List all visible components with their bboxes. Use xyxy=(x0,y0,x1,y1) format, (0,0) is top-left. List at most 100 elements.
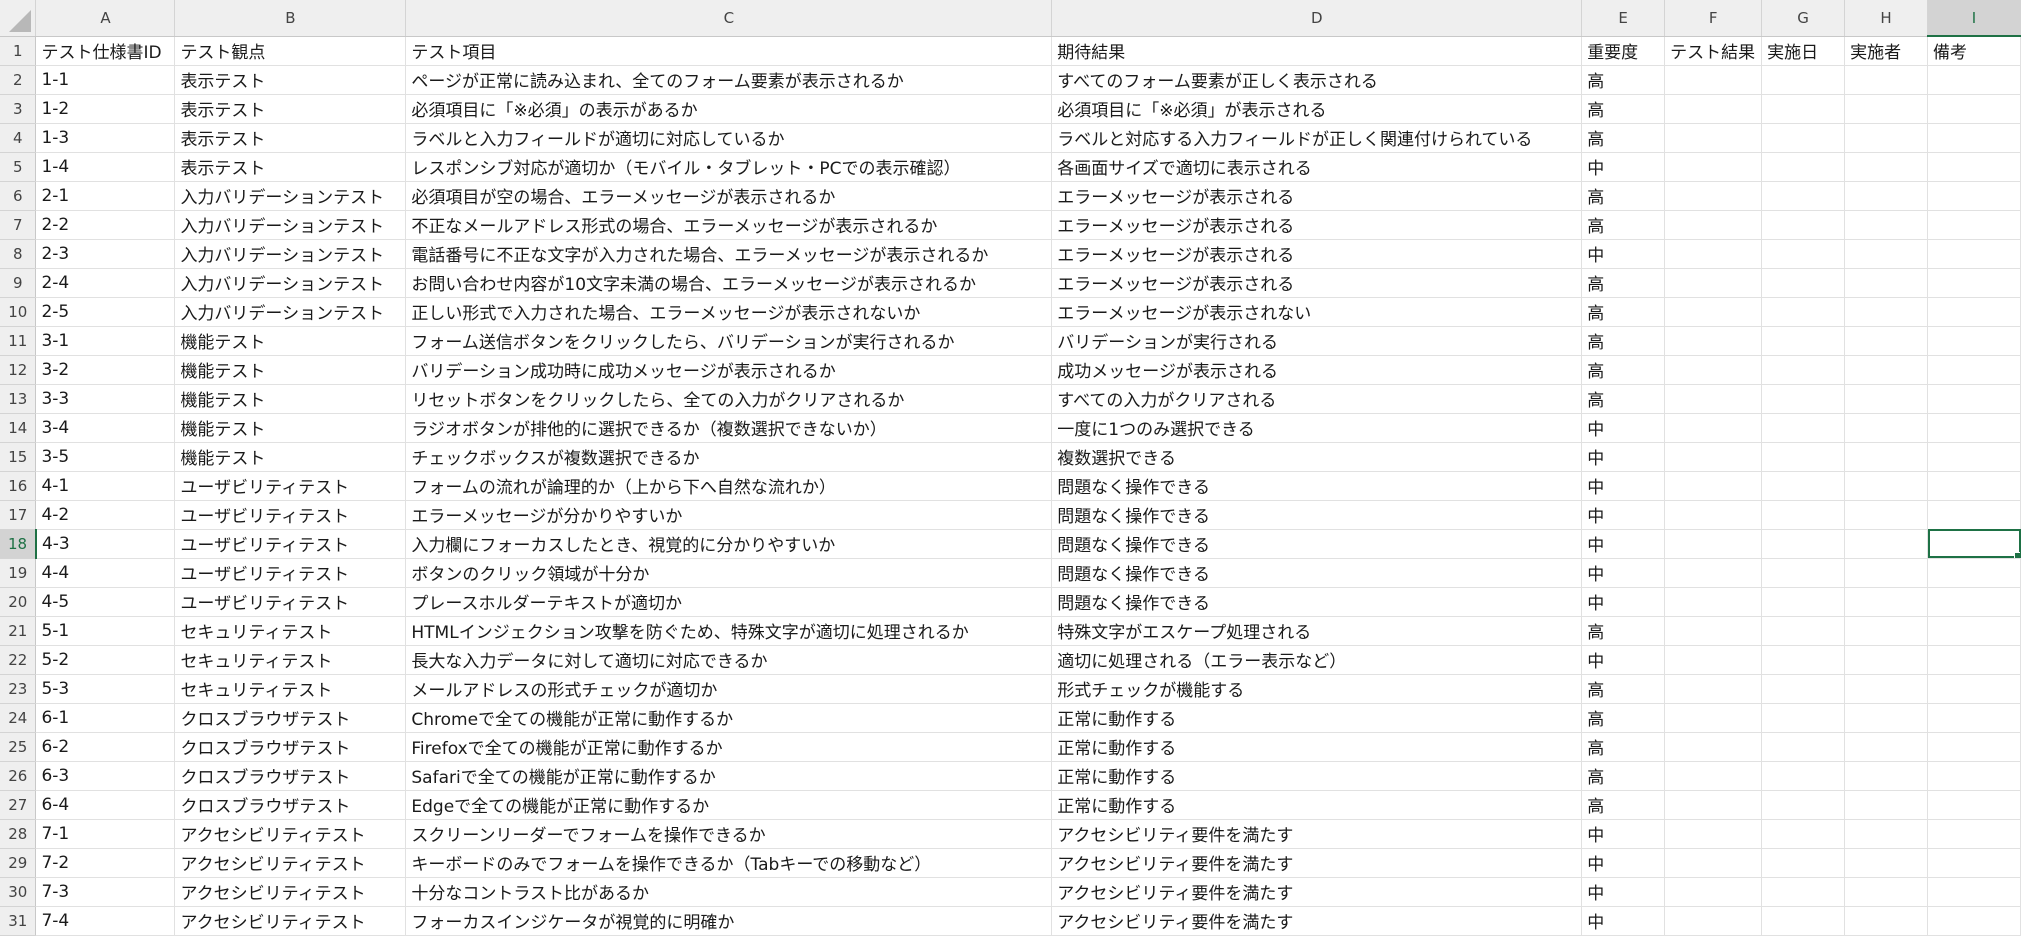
cell-d[interactable]: 必須項目に「※必須」が表示される xyxy=(1051,94,1583,124)
cell-b[interactable]: クロスブラウザテスト xyxy=(174,790,407,820)
cell-i[interactable] xyxy=(1927,326,2021,356)
cell-d[interactable]: エラーメッセージが表示されない xyxy=(1051,297,1583,327)
cell-h[interactable] xyxy=(1844,761,1929,791)
cell-d[interactable]: 正常に動作する xyxy=(1051,703,1583,733)
row-header[interactable]: 15 xyxy=(0,442,37,472)
cell-f[interactable] xyxy=(1664,413,1763,443)
fill-handle[interactable] xyxy=(2014,551,2020,557)
cell-g[interactable]: 実施日 xyxy=(1761,36,1846,66)
cell-a[interactable]: 2-3 xyxy=(35,239,176,269)
cell-a[interactable]: 6-2 xyxy=(35,732,176,762)
cell-f[interactable] xyxy=(1664,848,1763,878)
cell-h[interactable] xyxy=(1844,181,1929,211)
cell-b[interactable]: アクセシビリティテスト xyxy=(174,819,407,849)
cell-h[interactable] xyxy=(1844,384,1929,414)
cell-c[interactable]: フォーム送信ボタンをクリックしたら、バリデーションが実行されるか xyxy=(405,326,1053,356)
cell-d[interactable]: エラーメッセージが表示される xyxy=(1051,268,1583,298)
row-header[interactable]: 9 xyxy=(0,268,37,298)
cell-c[interactable]: お問い合わせ内容が10文字未満の場合、エラーメッセージが表示されるか xyxy=(405,268,1053,298)
cell-g[interactable] xyxy=(1761,703,1846,733)
cell-e[interactable]: 高 xyxy=(1581,790,1666,820)
cell-g[interactable] xyxy=(1761,848,1846,878)
cell-a[interactable]: 5-3 xyxy=(35,674,176,704)
cell-c[interactable]: ページが正常に読み込まれ、全てのフォーム要素が表示されるか xyxy=(405,65,1053,95)
cell-e[interactable]: 高 xyxy=(1581,326,1666,356)
cell-g[interactable] xyxy=(1761,529,1846,559)
cell-i[interactable] xyxy=(1927,94,2021,124)
cell-a[interactable]: 6-1 xyxy=(35,703,176,733)
cell-g[interactable] xyxy=(1761,616,1846,646)
cell-f[interactable] xyxy=(1664,355,1763,385)
cell-a[interactable]: 2-5 xyxy=(35,297,176,327)
cell-g[interactable] xyxy=(1761,355,1846,385)
cell-i[interactable] xyxy=(1927,123,2021,153)
cell-f[interactable] xyxy=(1664,65,1763,95)
cell-g[interactable] xyxy=(1761,587,1846,617)
row-header[interactable]: 20 xyxy=(0,587,37,617)
cell-f[interactable] xyxy=(1664,181,1763,211)
cell-c[interactable]: バリデーション成功時に成功メッセージが表示されるか xyxy=(405,355,1053,385)
cell-b[interactable]: アクセシビリティテスト xyxy=(174,906,407,936)
cell-g[interactable] xyxy=(1761,181,1846,211)
cell-f[interactable] xyxy=(1664,268,1763,298)
cell-g[interactable] xyxy=(1761,761,1846,791)
cell-h[interactable] xyxy=(1844,326,1929,356)
cell-h[interactable] xyxy=(1844,587,1929,617)
row-header[interactable]: 2 xyxy=(0,65,37,95)
column-header-a[interactable]: A xyxy=(35,0,176,37)
cell-e[interactable]: 高 xyxy=(1581,384,1666,414)
cell-e[interactable]: 高 xyxy=(1581,123,1666,153)
cell-i[interactable] xyxy=(1927,297,2021,327)
cell-h[interactable] xyxy=(1844,355,1929,385)
cell-e[interactable]: 中 xyxy=(1581,471,1666,501)
cell-b[interactable]: 入力バリデーションテスト xyxy=(174,210,407,240)
cell-b[interactable]: ユーザビリティテスト xyxy=(174,471,407,501)
cell-h[interactable] xyxy=(1844,616,1929,646)
cell-i[interactable] xyxy=(1927,732,2021,762)
cell-e[interactable]: 中 xyxy=(1581,587,1666,617)
cell-d[interactable]: 形式チェックが機能する xyxy=(1051,674,1583,704)
cell-d[interactable]: 成功メッセージが表示される xyxy=(1051,355,1583,385)
cell-i[interactable] xyxy=(1927,616,2021,646)
row-header[interactable]: 8 xyxy=(0,239,37,269)
row-header[interactable]: 26 xyxy=(0,761,37,791)
cell-e[interactable]: 中 xyxy=(1581,906,1666,936)
row-header[interactable]: 17 xyxy=(0,500,37,530)
cell-e[interactable]: 高 xyxy=(1581,210,1666,240)
cell-i[interactable] xyxy=(1927,152,2021,182)
cell-h[interactable] xyxy=(1844,239,1929,269)
cell-f[interactable]: テスト結果 xyxy=(1664,36,1763,66)
cell-e[interactable]: 中 xyxy=(1581,877,1666,907)
cell-d[interactable]: アクセシビリティ要件を満たす xyxy=(1051,906,1583,936)
row-header[interactable]: 11 xyxy=(0,326,37,356)
cell-i[interactable] xyxy=(1927,790,2021,820)
cell-c[interactable]: プレースホルダーテキストが適切か xyxy=(405,587,1053,617)
cell-e[interactable]: 高 xyxy=(1581,65,1666,95)
cell-d[interactable]: アクセシビリティ要件を満たす xyxy=(1051,877,1583,907)
row-header[interactable]: 29 xyxy=(0,848,37,878)
cell-h[interactable] xyxy=(1844,297,1929,327)
cell-b[interactable]: 表示テスト xyxy=(174,94,407,124)
cell-b[interactable]: 表示テスト xyxy=(174,123,407,153)
cell-b[interactable]: 入力バリデーションテスト xyxy=(174,181,407,211)
cell-b[interactable]: アクセシビリティテスト xyxy=(174,848,407,878)
cell-i[interactable] xyxy=(1927,703,2021,733)
cell-a[interactable]: 7-1 xyxy=(35,819,176,849)
cell-f[interactable] xyxy=(1664,94,1763,124)
cell-e[interactable]: 中 xyxy=(1581,442,1666,472)
cell-e[interactable]: 高 xyxy=(1581,268,1666,298)
cell-f[interactable] xyxy=(1664,384,1763,414)
cell-d[interactable]: 正常に動作する xyxy=(1051,790,1583,820)
cell-i[interactable] xyxy=(1927,877,2021,907)
cell-a[interactable]: 3-4 xyxy=(35,413,176,443)
cell-f[interactable] xyxy=(1664,297,1763,327)
cell-b[interactable]: ユーザビリティテスト xyxy=(174,529,407,559)
cell-i[interactable] xyxy=(1927,761,2021,791)
cell-g[interactable] xyxy=(1761,442,1846,472)
cell-a[interactable]: 6-3 xyxy=(35,761,176,791)
cell-e[interactable]: 中 xyxy=(1581,819,1666,849)
column-header-d[interactable]: D xyxy=(1051,0,1583,37)
row-header[interactable]: 16 xyxy=(0,471,37,501)
row-header[interactable]: 6 xyxy=(0,181,37,211)
cell-a[interactable]: 5-2 xyxy=(35,645,176,675)
